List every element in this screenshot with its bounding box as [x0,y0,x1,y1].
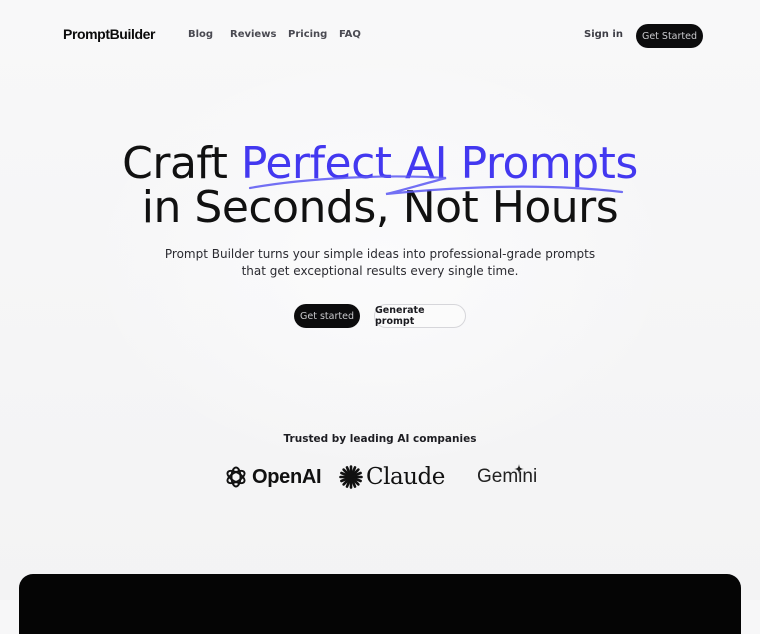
page-background [0,0,760,600]
brand-claude: Claude [339,462,445,492]
claude-starburst-icon [339,465,363,489]
brand-openai: OpenAI [224,462,322,492]
nav-link-faq[interactable]: FAQ [339,29,361,40]
sign-in-link[interactable]: Sign in [584,29,623,40]
nav-link-pricing[interactable]: Pricing [288,29,327,40]
nav-link-blog[interactable]: Blog [188,29,213,40]
accent-scribble-underline [248,175,624,196]
brand-name-claude: Claude [366,464,445,490]
dark-feature-panel [19,574,741,634]
trusted-heading: Trusted by leading AI companies [283,433,477,445]
openai-logo-icon [226,466,246,488]
hero-subtitle: Prompt Builder turns your simple ideas i… [164,247,596,278]
brand-gemini: Gemini [477,462,537,492]
gemini-sparkle-icon [514,464,524,474]
brand-logo-row: OpenAI Claude Gemini [0,462,760,496]
brand-name-gemini: Gemini [477,466,538,487]
nav-link-reviews[interactable]: Reviews [230,29,276,40]
generate-prompt-button[interactable]: Generate prompt [374,304,466,328]
site-logo[interactable]: PromptBuilder [63,26,155,42]
get-started-button[interactable]: Get started [294,304,360,328]
top-navbar: PromptBuilder Blog Reviews Pricing FAQ S… [0,0,760,70]
brand-name-openai: OpenAI [252,465,322,488]
get-started-nav-button[interactable]: Get Started [636,24,703,48]
